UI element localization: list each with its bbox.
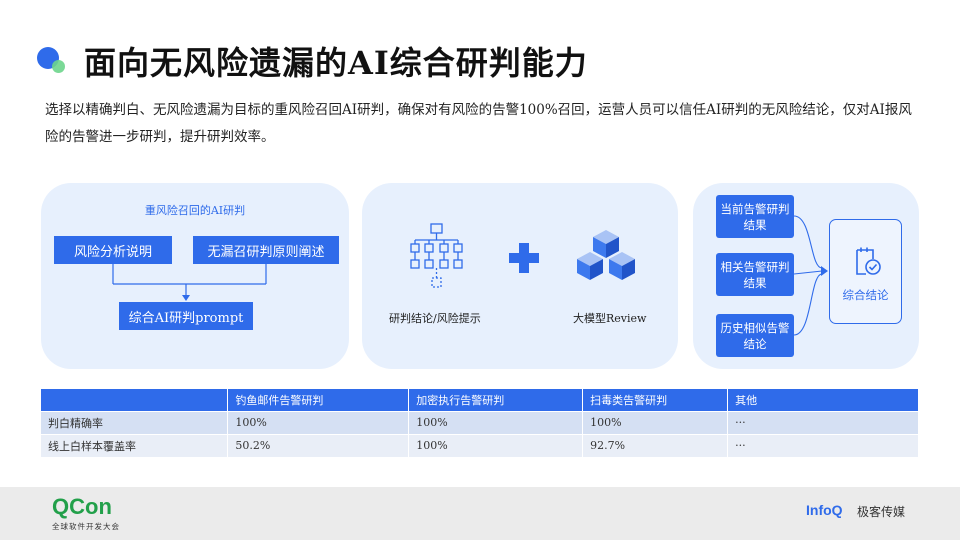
- qcon-subtitle: 全球软件开发大会: [52, 522, 120, 531]
- table-cell: 判白精确率: [41, 410, 229, 434]
- table-header-row: 钓鱼邮件告警研判 加密执行告警研判 扫毒类告警研判 其他: [41, 389, 919, 411]
- final-conclusion-label: 综合结论: [842, 288, 889, 302]
- geek-media-logo: 极客传媒: [857, 505, 906, 519]
- table-cell: 50.2%: [227, 433, 410, 457]
- table-header-other: 其他: [727, 389, 919, 411]
- accuracy-table: 钓鱼邮件告警研判 加密执行告警研判 扫毒类告警研判 其他 判白精确率 100% …: [41, 389, 919, 457]
- related-alert-result-box: 相关告警研判结果: [716, 253, 794, 296]
- table-cell: 92.7%: [582, 433, 729, 457]
- history-alert-conclusion-box: 历史相似告警结论: [716, 314, 794, 357]
- table-header-antivirus: 扫毒类告警研判: [582, 389, 729, 411]
- qcon-logo: QCon: [52, 494, 112, 519]
- current-alert-result-box: 当前告警研判结果: [716, 195, 794, 238]
- table-cell: 100%: [227, 410, 410, 434]
- table-cell: 100%: [408, 410, 584, 434]
- infoq-logo: InfoQ: [806, 502, 843, 518]
- table-cell: 线上白样本覆盖率: [41, 433, 229, 457]
- clipboard-check-icon: [856, 247, 881, 275]
- synthesis-connectors: [793, 215, 828, 336]
- table-cell: 100%: [582, 410, 729, 434]
- table-header-encrypt-exec: 加密执行告警研判: [408, 389, 584, 411]
- table-cell: ···: [727, 433, 919, 457]
- table-cell: ···: [727, 410, 919, 434]
- table-header-empty: [41, 389, 229, 411]
- table-cell: 100%: [408, 433, 584, 457]
- table-row: 线上白样本覆盖率 50.2% 100% 92.7% ···: [41, 433, 919, 457]
- table-row: 判白精确率 100% 100% 100% ···: [41, 410, 919, 434]
- table-header-phishing: 钓鱼邮件告警研判: [227, 389, 410, 411]
